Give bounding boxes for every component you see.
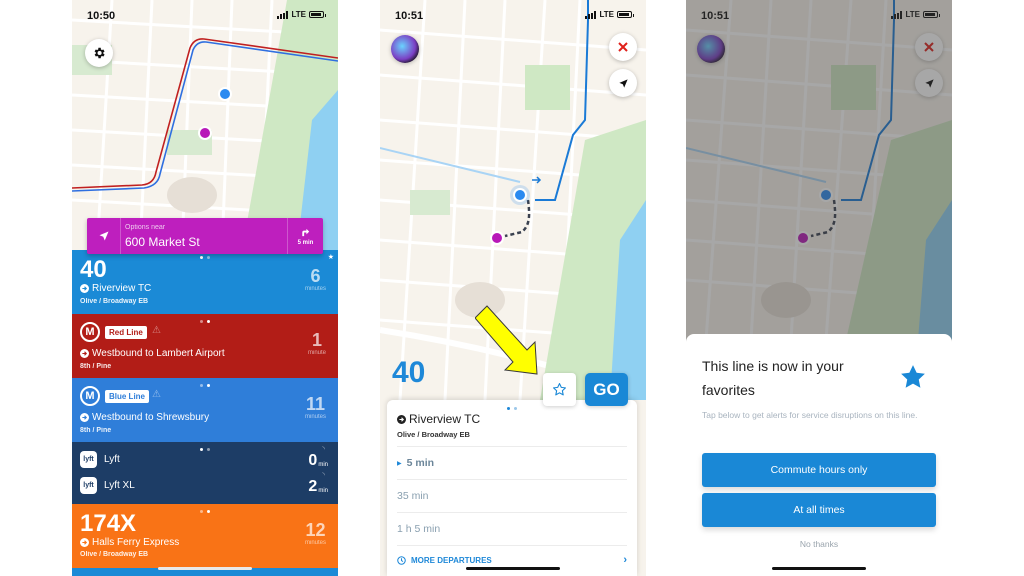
eta: 11 minutes: [304, 394, 326, 420]
status-time: 10:50: [87, 10, 116, 22]
live-signal-icon: ◝: [322, 446, 325, 453]
transit-card-route-174x[interactable]: 174X Halls Ferry Express Olive / Broadwa…: [72, 504, 338, 568]
eta: 1 minute: [307, 330, 326, 356]
star-filled-icon: [901, 365, 925, 388]
rideshare-option-name[interactable]: Lyft XL: [104, 480, 135, 491]
stop-name: 8th / Pine: [80, 363, 112, 370]
metro-logo-icon: M: [80, 322, 100, 342]
departure-row[interactable]: 1 h 5 min: [397, 512, 627, 545]
favorite-alert-modal: This line is now in your favorites Tap b…: [686, 334, 952, 576]
go-button[interactable]: GO: [585, 373, 628, 406]
clock-icon: [397, 555, 406, 565]
stop-name: Olive / Broadway EB: [80, 551, 149, 558]
location-arrow-icon: [618, 78, 628, 88]
network-type: LTE: [599, 10, 614, 19]
rideshare-card-lyft[interactable]: lyft Lyft ◝ 0 min lyft Lyft XL ◝ 2 min: [72, 442, 338, 504]
rideshare-eta: ◝ 0 min: [308, 446, 328, 469]
modal-subtitle: Tap below to get alerts for service disr…: [702, 410, 918, 420]
walk-time: 5 min: [297, 239, 314, 246]
network-type: LTE: [291, 10, 306, 19]
options-near-label: Options near: [125, 224, 166, 231]
route-number: 174X: [80, 510, 137, 537]
route-number: 40: [80, 256, 107, 283]
modal-title: This line is now in your favorites: [702, 358, 844, 398]
direction-arrow-icon: [80, 413, 89, 422]
battery-icon: [309, 11, 326, 18]
stop-name: Olive / Broadway EB: [80, 298, 149, 305]
recenter-button[interactable]: [609, 69, 637, 97]
home-indicator[interactable]: [466, 567, 560, 570]
address-text[interactable]: 600 Market St: [125, 235, 200, 249]
line-badge: Red Line: [105, 326, 147, 339]
highlight-arrow-icon: [475, 305, 538, 375]
transit-card-blue-line[interactable]: M Blue Line ⚠ Westbound to Shrewsbury 8t…: [72, 378, 338, 442]
close-button[interactable]: [609, 33, 637, 61]
live-signal-icon: ◝: [322, 472, 325, 479]
destination: Riverview TC: [409, 412, 481, 426]
line-badge: Blue Line: [105, 390, 150, 403]
card-pager: [200, 256, 210, 259]
live-indicator-icon: ▶: [397, 460, 402, 467]
alert-icon[interactable]: ⚠: [152, 389, 161, 400]
signal-icon: [277, 10, 289, 19]
card-pager: [200, 448, 210, 451]
route-number: 40: [392, 356, 426, 389]
direction-arrow-icon: [397, 414, 406, 424]
status-bar: 10:50 LTE: [72, 0, 338, 32]
favorite-star-icon: ★: [327, 254, 334, 261]
status-bar: 10:51 LTE: [380, 0, 646, 32]
destination: Riverview TC: [92, 283, 152, 294]
directions-button[interactable]: 5 min: [287, 218, 323, 254]
card-pager: [200, 510, 210, 513]
turn-right-icon: [302, 228, 310, 236]
commute-hours-button[interactable]: Commute hours only: [702, 453, 936, 487]
close-icon: [618, 42, 628, 52]
location-search-bar[interactable]: Options near 600 Market St 5 min: [87, 218, 323, 254]
rideshare-option-name[interactable]: Lyft: [104, 454, 120, 465]
screen-route-detail: 10:51 LTE 40 GO Riverview TC Olive / Bro…: [380, 0, 646, 576]
direction-arrow-icon: [80, 538, 89, 547]
location-arrow-icon: [99, 231, 108, 241]
no-thanks-button[interactable]: No thanks: [686, 539, 952, 549]
lyft-logo-icon: lyft: [80, 477, 97, 494]
departures-sheet: Riverview TC Olive / Broadway EB ▶ 5 min …: [387, 400, 637, 576]
gear-icon: [94, 47, 105, 59]
home-indicator[interactable]: [158, 567, 252, 570]
destination: Halls Ferry Express: [92, 537, 180, 548]
battery-icon: [617, 11, 634, 18]
screen-nearby-transit: 10:50 LTE Options near 600 Market St 5 m…: [72, 0, 338, 576]
screen-favorite-confirmation: 10:51 LTE This line is now in your favor…: [686, 0, 952, 576]
status-time: 10:51: [395, 10, 424, 22]
direction-arrow-icon: [80, 284, 89, 293]
lyft-logo-icon: lyft: [80, 451, 97, 468]
departure-row[interactable]: ▶ 5 min: [397, 446, 627, 479]
stop-name: Olive / Broadway EB: [397, 430, 470, 439]
transit-card-route-40[interactable]: ★ 40 Riverview TC Olive / Broadway EB 6m…: [72, 250, 338, 314]
metro-logo-icon: M: [80, 386, 100, 406]
stop-name: 8th / Pine: [80, 427, 112, 434]
departure-row[interactable]: 35 min: [397, 479, 627, 512]
more-departures-link[interactable]: MORE DEPARTURES ›: [397, 554, 627, 566]
home-indicator[interactable]: [772, 567, 866, 570]
siri-button[interactable]: [391, 35, 419, 63]
current-location-button[interactable]: [87, 218, 121, 254]
eta: 6 minutes: [304, 266, 326, 292]
settings-button[interactable]: [85, 39, 113, 67]
transit-card-red-line[interactable]: M Red Line ⚠ Westbound to Lambert Airpor…: [72, 314, 338, 378]
chevron-right-icon: ›: [623, 554, 627, 566]
eta: 12 minutes: [304, 520, 326, 546]
star-outline-icon: [553, 383, 566, 396]
signal-icon: [585, 10, 597, 19]
card-pager: [200, 320, 210, 323]
direction-arrow-icon: [80, 349, 89, 358]
rideshare-eta: ◝ 2 min: [308, 472, 328, 495]
alert-icon[interactable]: ⚠: [152, 325, 161, 336]
sheet-pager: [507, 407, 517, 410]
destination: Westbound to Shrewsbury: [92, 412, 210, 423]
card-pager: [200, 384, 210, 387]
all-times-button[interactable]: At all times: [702, 493, 936, 527]
destination: Westbound to Lambert Airport: [92, 348, 225, 359]
